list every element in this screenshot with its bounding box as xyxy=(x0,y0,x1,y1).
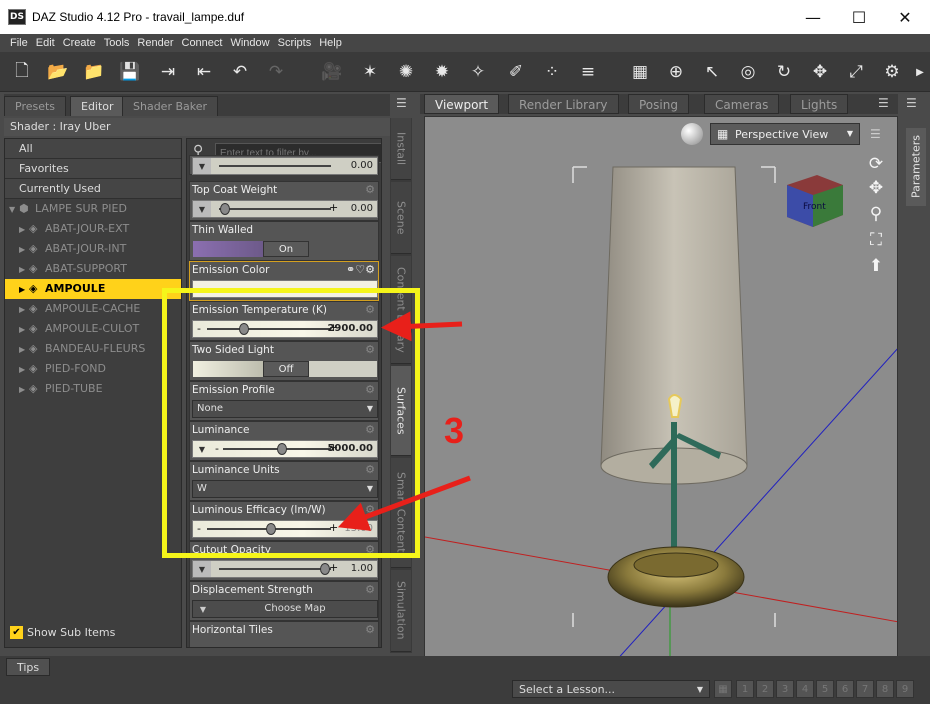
arrow-to-temperature xyxy=(381,311,463,342)
arrow-to-efficacy xyxy=(337,475,471,531)
annotation-arrows xyxy=(337,311,471,531)
